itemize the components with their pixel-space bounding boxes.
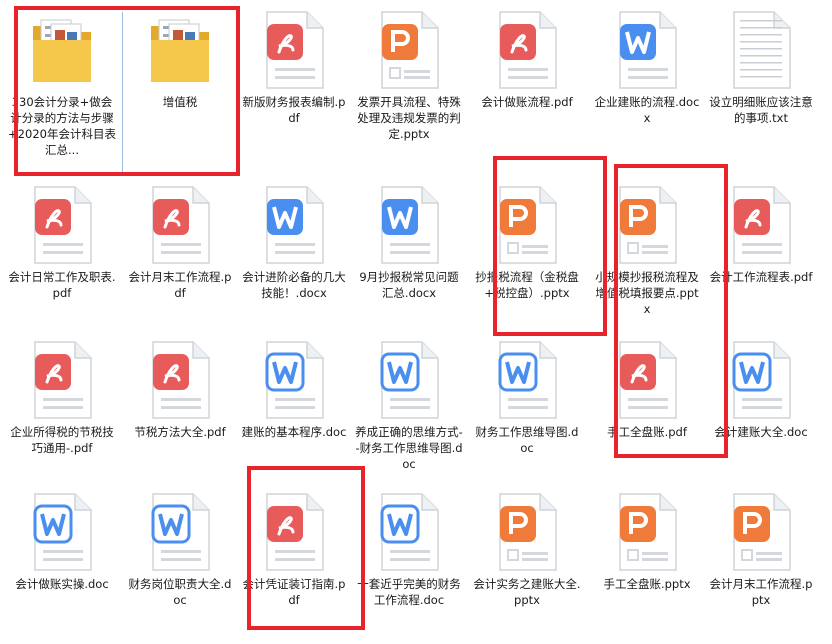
- file-name-label: 抄报税流程（金税盘+税控盘）.pptx: [475, 270, 579, 300]
- file-name-label: 9月抄报税常见问题汇总.docx: [359, 270, 459, 300]
- docx-file-icon: [376, 185, 442, 265]
- file-grid: 330会计分录+做会计分录的方法与步骤+2020年会计科目表汇总... 增值税 新版…: [0, 0, 832, 644]
- file-item[interactable]: 企业建账的流程.docx: [589, 0, 705, 150]
- file-name-label: 增值税: [162, 95, 198, 109]
- file-item[interactable]: 会计日常工作及职表.pdf: [4, 175, 120, 325]
- file-name-label: 会计日常工作及职表.pdf: [8, 270, 116, 300]
- pdf-file-icon: [147, 340, 213, 420]
- pptx-file-icon: [728, 492, 794, 572]
- file-item[interactable]: 9月抄报税常见问题汇总.docx: [351, 175, 467, 325]
- txt-file-icon: [728, 10, 794, 90]
- file-item[interactable]: 会计月末工作流程.pptx: [703, 482, 819, 632]
- file-item[interactable]: 财务岗位职责大全.doc: [122, 482, 238, 632]
- file-item[interactable]: 会计实务之建账大全.pptx: [469, 482, 585, 632]
- file-name-label: 会计工作流程表.pdf: [709, 270, 813, 284]
- pdf-file-icon: [614, 340, 680, 420]
- pptx-file-icon: [494, 492, 560, 572]
- file-name-label: 会计做账实操.doc: [15, 577, 109, 591]
- pdf-file-icon: [728, 185, 794, 265]
- docx-file-icon: [261, 185, 327, 265]
- pdf-file-icon: [29, 340, 95, 420]
- pptx-file-icon: [494, 185, 560, 265]
- doc-file-icon: [376, 492, 442, 572]
- file-name-label: 新版财务报表编制.pdf: [242, 95, 346, 125]
- file-item[interactable]: 新版财务报表编制.pdf: [236, 0, 352, 150]
- file-name-label: 养成正确的思维方式--财务工作思维导图.doc: [355, 425, 463, 471]
- file-name-label: 企业所得税的节税技巧通用-.pdf: [10, 425, 114, 455]
- doc-file-icon: [29, 492, 95, 572]
- docx-file-icon: [614, 10, 680, 90]
- file-item[interactable]: 节税方法大全.pdf: [122, 330, 238, 480]
- file-item[interactable]: 发票开具流程、特殊处理及违规发票的判定.pptx: [351, 0, 467, 150]
- file-name-label: 企业建账的流程.docx: [594, 95, 700, 125]
- file-item[interactable]: 建账的基本程序.doc: [236, 330, 352, 480]
- file-item[interactable]: 财务工作思维导图.doc: [469, 330, 585, 480]
- pptx-file-icon: [614, 185, 680, 265]
- pdf-file-icon: [261, 492, 327, 572]
- pptx-file-icon: [376, 10, 442, 90]
- file-name-label: 会计建账大全.doc: [714, 425, 808, 439]
- file-name-label: 财务岗位职责大全.doc: [128, 577, 232, 607]
- file-name-label: 330会计分录+做会计分录的方法与步骤+2020年会计科目表汇总...: [8, 95, 116, 157]
- file-name-label: 会计进阶必备的几大技能！.docx: [242, 270, 346, 300]
- doc-file-icon: [728, 340, 794, 420]
- file-name-label: 会计月末工作流程.pptx: [709, 577, 813, 607]
- file-item[interactable]: 会计做账实操.doc: [4, 482, 120, 632]
- file-item[interactable]: 抄报税流程（金税盘+税控盘）.pptx: [469, 175, 585, 325]
- pdf-file-icon: [147, 185, 213, 265]
- pdf-file-icon: [494, 10, 560, 90]
- doc-file-icon: [494, 340, 560, 420]
- file-name-label: 会计做账流程.pdf: [481, 95, 573, 109]
- file-item[interactable]: 会计进阶必备的几大技能！.docx: [236, 175, 352, 325]
- file-name-label: 会计月末工作流程.pdf: [128, 270, 232, 300]
- file-item[interactable]: 会计建账大全.doc: [703, 330, 819, 480]
- pdf-file-icon: [29, 185, 95, 265]
- pdf-file-icon: [261, 10, 327, 90]
- file-item[interactable]: 会计工作流程表.pdf: [703, 175, 819, 325]
- file-item[interactable]: 手工全盘账.pdf: [589, 330, 705, 480]
- file-name-label: 会计实务之建账大全.pptx: [473, 577, 581, 607]
- file-item[interactable]: 一套近乎完美的财务工作流程.doc: [351, 482, 467, 632]
- file-name-label: 发票开具流程、特殊处理及违规发票的判定.pptx: [357, 95, 461, 141]
- file-item[interactable]: 企业所得税的节税技巧通用-.pdf: [4, 330, 120, 480]
- folder-item[interactable]: 增值税: [122, 0, 238, 150]
- folder-icon: [147, 10, 213, 90]
- pptx-file-icon: [614, 492, 680, 572]
- file-name-label: 设立明细账应该注意的事项.txt: [709, 95, 813, 125]
- file-name-label: 手工全盘账.pdf: [607, 425, 687, 439]
- file-item[interactable]: 设立明细账应该注意的事项.txt: [703, 0, 819, 150]
- file-name-label: 建账的基本程序.doc: [241, 425, 347, 439]
- file-item[interactable]: 手工全盘账.pptx: [589, 482, 705, 632]
- file-name-label: 财务工作思维导图.doc: [475, 425, 579, 455]
- folder-icon: [29, 10, 95, 90]
- file-item[interactable]: 养成正确的思维方式--财务工作思维导图.doc: [351, 330, 467, 480]
- file-name-label: 手工全盘账.pptx: [603, 577, 691, 591]
- doc-file-icon: [376, 340, 442, 420]
- file-name-label: 一套近乎完美的财务工作流程.doc: [357, 577, 461, 607]
- file-name-label: 会计凭证装订指南.pdf: [242, 577, 346, 607]
- file-item[interactable]: 会计月末工作流程.pdf: [122, 175, 238, 325]
- folder-item[interactable]: 330会计分录+做会计分录的方法与步骤+2020年会计科目表汇总...: [4, 0, 120, 157]
- doc-file-icon: [261, 340, 327, 420]
- doc-file-icon: [147, 492, 213, 572]
- file-item[interactable]: 小规模抄报税流程及增值税填报要点.pptx: [589, 175, 705, 325]
- file-name-label: 节税方法大全.pdf: [134, 425, 226, 439]
- file-item[interactable]: 会计做账流程.pdf: [469, 0, 585, 150]
- file-name-label: 小规模抄报税流程及增值税填报要点.pptx: [595, 270, 699, 316]
- file-item[interactable]: 会计凭证装订指南.pdf: [236, 482, 352, 632]
- folder-divider: [122, 12, 123, 174]
